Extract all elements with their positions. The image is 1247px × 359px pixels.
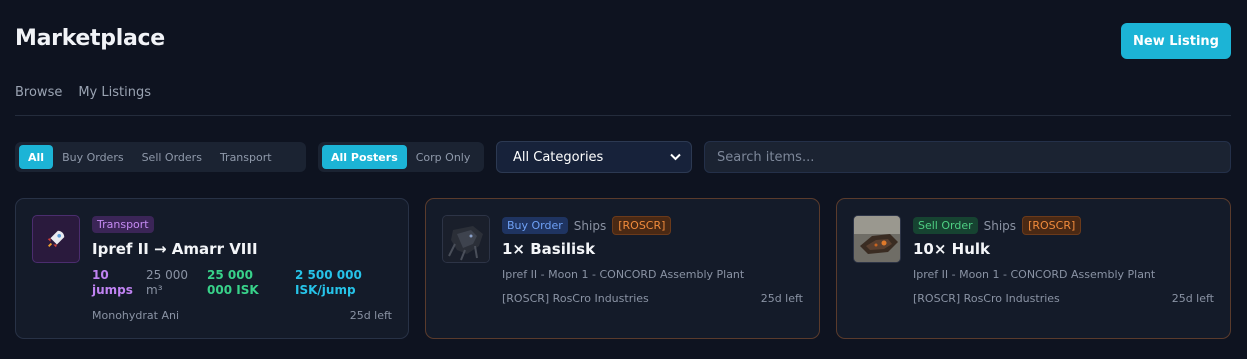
- chevron-down-icon: [670, 150, 681, 165]
- new-listing-button[interactable]: New Listing: [1121, 23, 1231, 59]
- listing-badges: Transport: [92, 216, 154, 233]
- corp-tag: [ROSCR]: [612, 216, 672, 235]
- basilisk-ship-image: [442, 215, 490, 263]
- category-select-value: All Categories: [513, 149, 604, 165]
- type-badge: Sell Order: [913, 217, 978, 234]
- nav-tabs: Browse My Listings: [15, 85, 151, 100]
- listing-badges: Buy Order Ships [ROSCR]: [502, 216, 672, 235]
- page-title: Marketplace: [15, 26, 165, 51]
- listing-title: 1× Basilisk: [502, 240, 596, 258]
- location: Ipref II - Moon 1 - CONCORD Assembly Pla…: [913, 268, 1156, 281]
- listing-title: Ipref II → Amarr VIII: [92, 240, 258, 258]
- time-left: 25d left: [1171, 292, 1214, 305]
- poster-name: Monohydrat Ani: [92, 309, 180, 322]
- location: Ipref II - Moon 1 - CONCORD Assembly Pla…: [502, 268, 745, 281]
- listing-card-transport[interactable]: Transport Ipref II → Amarr VIII 10 jumps…: [15, 198, 409, 339]
- category-label: Ships: [573, 218, 607, 233]
- isk-per-jump-value: 2 500 000 ISK/jump: [295, 268, 362, 297]
- type-badge: Transport: [92, 216, 154, 233]
- filter-all-posters[interactable]: All Posters: [322, 145, 407, 169]
- tab-my-listings[interactable]: My Listings: [78, 85, 151, 100]
- time-left: 25d left: [760, 292, 803, 305]
- transport-stats: 10 jumps 25 000 m³ 25 000 000 ISK 2 500 …: [92, 268, 375, 298]
- jumps-value: 10 jumps: [92, 268, 133, 297]
- listing-badges: Sell Order Ships [ROSCR]: [913, 216, 1082, 235]
- divider: [15, 115, 1231, 116]
- type-filter: All Buy Orders Sell Orders Transport: [15, 142, 306, 172]
- listing-title: 10× Hulk: [913, 240, 991, 258]
- type-badge: Buy Order: [502, 217, 568, 234]
- reward-value: 25 000 000 ISK: [207, 268, 259, 297]
- filter-corp-only[interactable]: Corp Only: [407, 145, 480, 169]
- poster-filter: All Posters Corp Only: [318, 142, 484, 172]
- category-select[interactable]: All Categories: [496, 141, 692, 173]
- listing-card-sell-order[interactable]: Sell Order Ships [ROSCR] 10× Hulk Ipref …: [836, 198, 1231, 339]
- time-left: 25d left: [349, 309, 392, 322]
- filter-transport[interactable]: Transport: [211, 145, 281, 169]
- poster-name: [ROSCR] RosCro Industries: [502, 292, 649, 305]
- tab-browse[interactable]: Browse: [15, 85, 62, 100]
- filter-sell-orders[interactable]: Sell Orders: [133, 145, 211, 169]
- hulk-ship-image: [853, 215, 901, 263]
- corp-tag: [ROSCR]: [1022, 216, 1082, 235]
- listing-card-buy-order[interactable]: Buy Order Ships [ROSCR] 1× Basilisk Ipre…: [425, 198, 820, 339]
- filter-buy-orders[interactable]: Buy Orders: [53, 145, 133, 169]
- poster-name: [ROSCR] RosCro Industries: [913, 292, 1060, 305]
- rocket-icon: [32, 215, 80, 263]
- category-label: Ships: [983, 218, 1017, 233]
- volume-value: 25 000 m³: [146, 268, 188, 297]
- search-input[interactable]: [704, 141, 1231, 173]
- filter-all[interactable]: All: [19, 145, 54, 169]
